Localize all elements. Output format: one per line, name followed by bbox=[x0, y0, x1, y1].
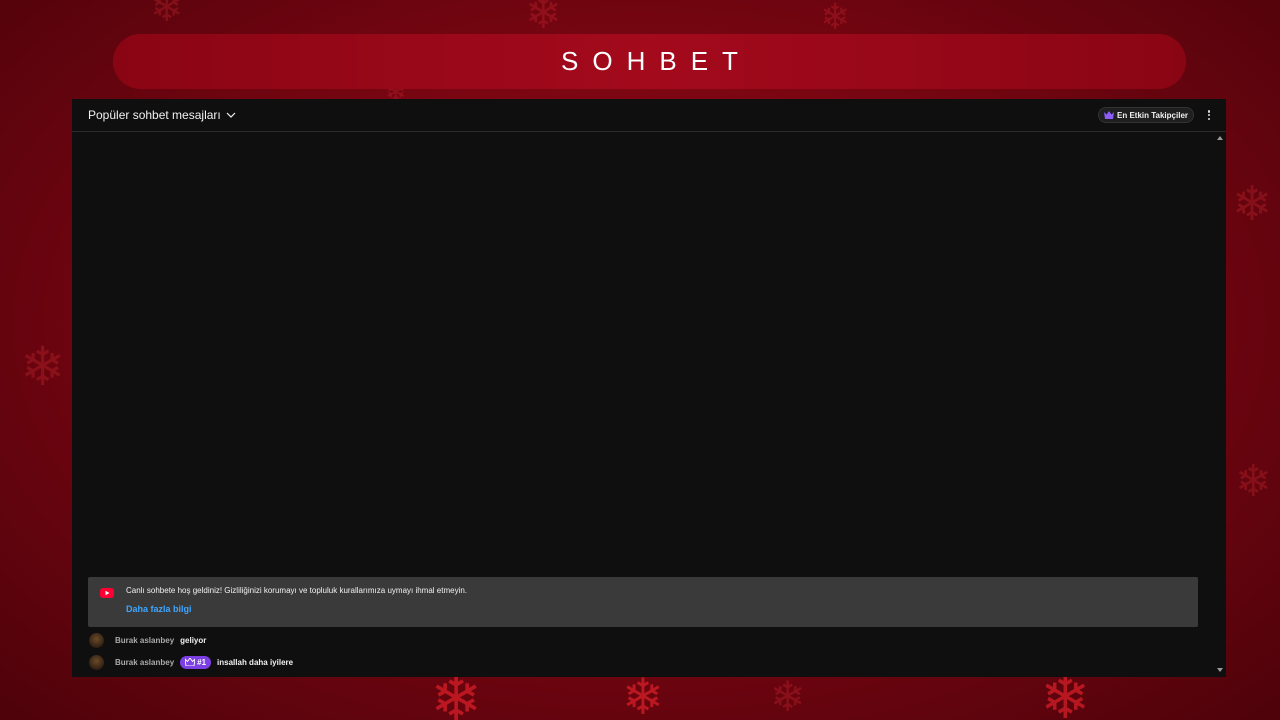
youtube-icon bbox=[100, 588, 114, 598]
message-text: geliyor bbox=[180, 635, 207, 645]
learn-more-link[interactable]: Daha fazla bilgi bbox=[126, 604, 192, 614]
avatar[interactable] bbox=[89, 654, 104, 670]
top-fan-badge: #1 bbox=[180, 655, 212, 669]
snowflake-decoration: ❄ bbox=[770, 672, 806, 720]
scroll-down-arrow[interactable] bbox=[1217, 668, 1223, 672]
title-banner: SOHBET bbox=[113, 34, 1186, 89]
snowflake-decoration: ❄ bbox=[1235, 456, 1272, 507]
chat-header: Popüler sohbet mesajları En Etkin Takipç… bbox=[72, 99, 1226, 132]
welcome-message: Canlı sohbete hoş geldiniz! Gizliliğiniz… bbox=[126, 586, 468, 595]
snowflake-decoration: ❄ bbox=[20, 335, 66, 398]
chat-message: Burak aslanbey #1 insallah daha iyilere bbox=[89, 654, 293, 670]
chat-mode-label: Popüler sohbet mesajları bbox=[88, 108, 221, 122]
page-title: SOHBET bbox=[561, 46, 752, 76]
avatar[interactable] bbox=[89, 632, 104, 648]
more-vert-icon[interactable] bbox=[1204, 108, 1214, 122]
snowflake-decoration: ❄ bbox=[150, 0, 184, 31]
chat-message: Burak aslanbey geliyor bbox=[89, 632, 206, 648]
message-author[interactable]: Burak aslanbey bbox=[115, 636, 174, 645]
crown-icon bbox=[185, 658, 196, 666]
snowflake-decoration: ❄ bbox=[820, 0, 851, 38]
chevron-down-icon bbox=[226, 112, 236, 118]
message-author[interactable]: Burak aslanbey bbox=[115, 658, 174, 667]
scroll-up-arrow[interactable] bbox=[1217, 136, 1223, 140]
snowflake-decoration: ❄ bbox=[525, 0, 562, 39]
snowflake-decoration: ❄ bbox=[1232, 176, 1273, 232]
top-fans-label: En Etkin Takipçiler bbox=[1117, 110, 1188, 120]
live-chat-panel: Popüler sohbet mesajları En Etkin Takipç… bbox=[72, 99, 1226, 677]
message-text: insallah daha iyilere bbox=[217, 657, 294, 667]
snowflake-decoration: ❄ bbox=[622, 668, 664, 720]
welcome-banner: Canlı sohbete hoş geldiniz! Gizliliğiniz… bbox=[88, 577, 1198, 627]
chat-mode-dropdown[interactable]: Popüler sohbet mesajları bbox=[88, 108, 237, 122]
top-fans-button[interactable]: En Etkin Takipçiler bbox=[1098, 107, 1194, 123]
badge-rank: #1 bbox=[197, 657, 207, 667]
crown-icon bbox=[1104, 111, 1115, 119]
